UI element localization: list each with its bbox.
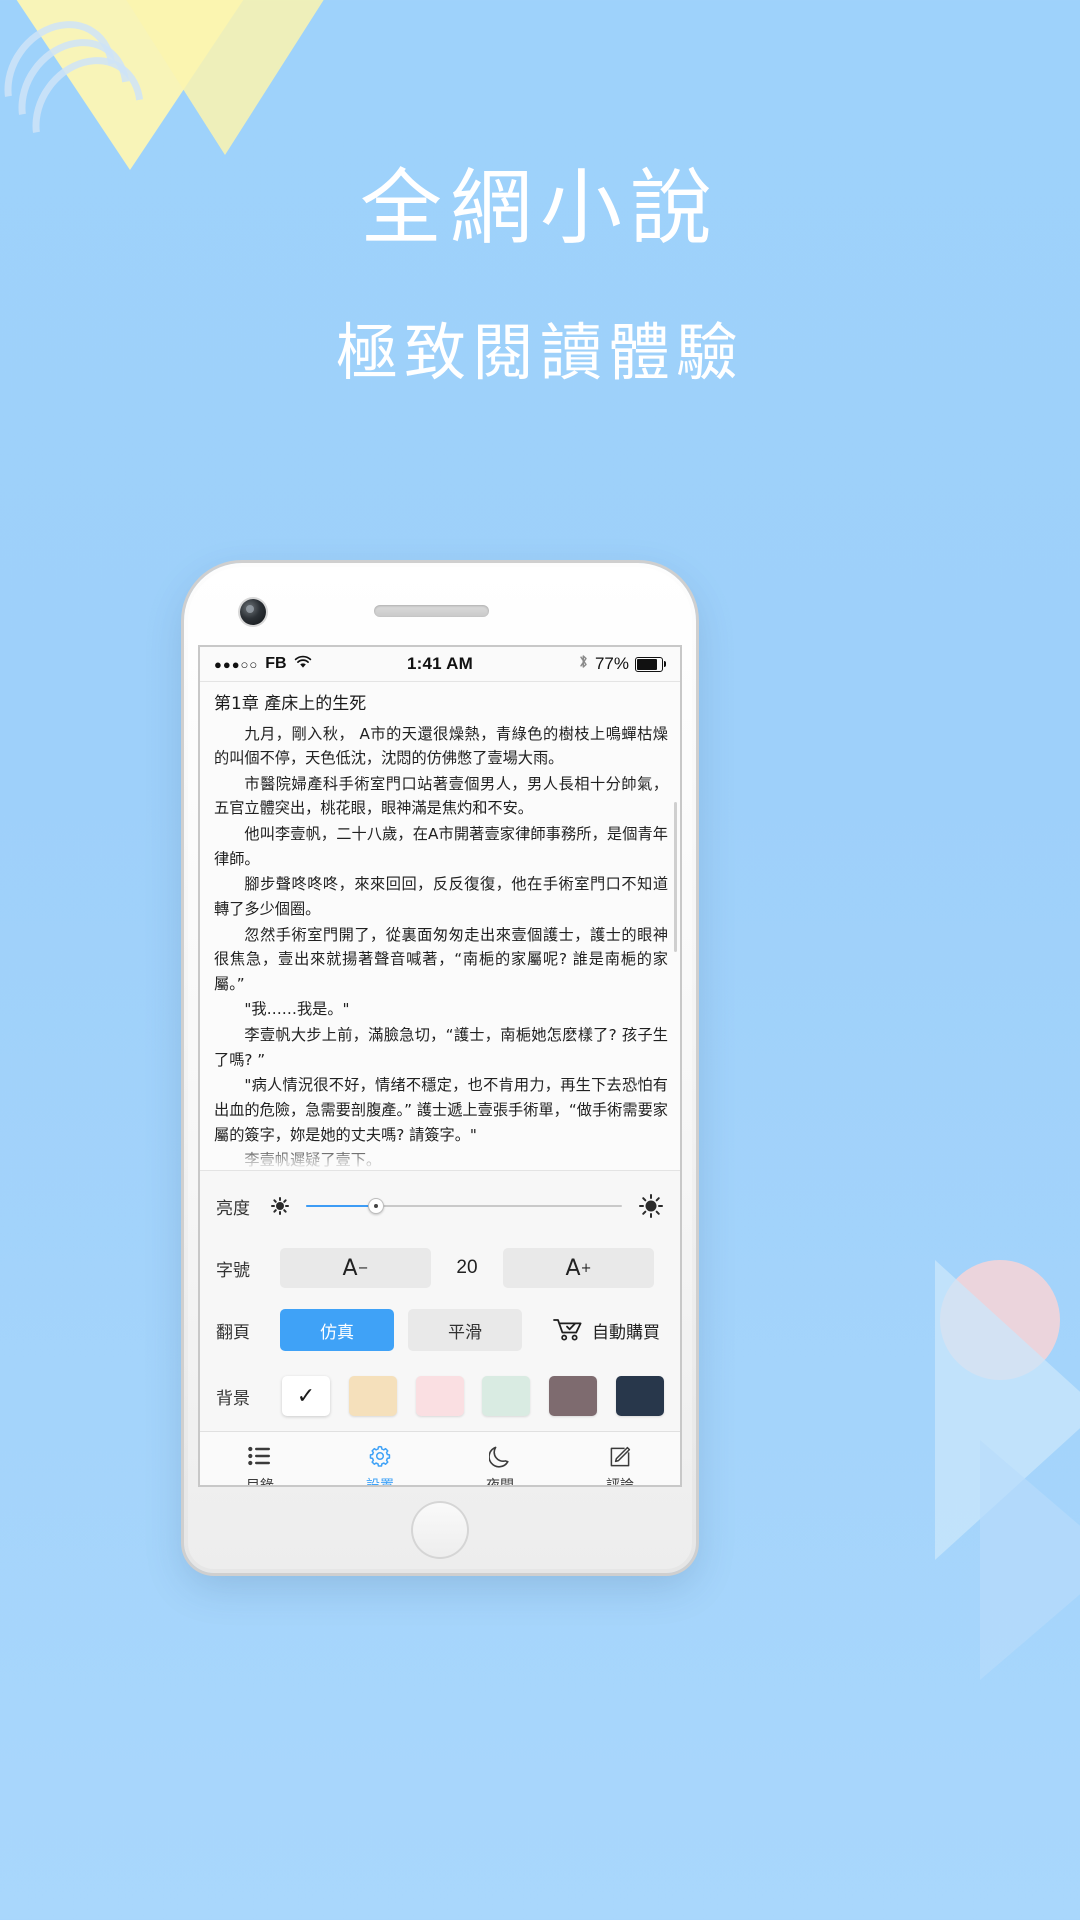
reader-paragraph: 忽然手術室門開了，從裏面匆匆走出來壹個護士，護士的眼神很焦急，壹出來就揚著聲音喊… <box>214 925 668 993</box>
reader-paragraph: "病人情況很不好，情绪不穩定，也不肯用力，再生下去恐怕有出血的危險，急需要剖腹產… <box>214 1076 668 1144</box>
reader-settings-panel: 亮度 字號 A − 20 A + 翻頁 仿真 平滑 自動購買 背景 ✓ <box>200 1170 680 1485</box>
background-swatch-mint[interactable] <box>482 1376 531 1416</box>
tab-settings[interactable]: 設置 <box>320 1443 440 1485</box>
phone-screen: ●●●○○ FB 1:41 AM 77% 第1章 產床上的生死 九月，剛入秋， … <box>200 647 680 1485</box>
font-size-value: 20 <box>456 1257 478 1278</box>
front-camera-icon <box>240 599 266 625</box>
tab-settings-label: 設置 <box>366 1475 394 1485</box>
page-turn-option-simulate[interactable]: 仿真 <box>280 1309 394 1351</box>
list-icon <box>248 1443 272 1469</box>
cart-icon <box>553 1318 583 1342</box>
moon-icon <box>489 1443 511 1469</box>
font-size-increase-button[interactable]: A + <box>503 1248 654 1288</box>
tab-catalog[interactable]: 目錄 <box>200 1443 320 1485</box>
background-swatch-white[interactable]: ✓ <box>282 1376 330 1416</box>
page-title: 全網小說 <box>359 161 720 256</box>
home-button[interactable] <box>411 1501 469 1559</box>
auto-buy-button[interactable]: 自動購買 <box>553 1318 664 1343</box>
brightness-row: 亮度 <box>200 1175 680 1237</box>
tab-catalog-label: 目錄 <box>246 1475 274 1485</box>
auto-buy-label: 自動購買 <box>592 1322 660 1343</box>
reader-paragraph: 腳步聲咚咚咚，來來回回，反反復復，他在手術室門口不知道轉了多少個圈。 <box>214 875 668 918</box>
reader-fade-overlay <box>200 1144 680 1170</box>
status-bar: ●●●○○ FB 1:41 AM 77% <box>200 647 680 682</box>
font-size-decrease-glyph: A <box>342 1255 358 1281</box>
status-bar-right: 77% <box>473 653 666 675</box>
font-size-increase-sup: + <box>580 1260 592 1276</box>
brightness-slider[interactable] <box>306 1196 622 1216</box>
brightness-slider-fill <box>306 1205 376 1207</box>
reader-paragraph: "我……我是。" <box>244 1000 350 1019</box>
background-swatch-mauve[interactable] <box>549 1376 598 1416</box>
background-swatch-list: ✓ <box>270 1376 664 1416</box>
background-swatch-pink[interactable] <box>415 1376 464 1416</box>
page-turn-option-smooth[interactable]: 平滑 <box>408 1309 522 1351</box>
reader-scrollbar[interactable] <box>674 802 677 952</box>
camera-glint <box>246 605 254 613</box>
tab-comments[interactable]: 評論 <box>560 1443 680 1485</box>
sun-large-icon <box>638 1193 664 1219</box>
background-swatch-beige[interactable] <box>348 1376 397 1416</box>
battery-percent-label: 77% <box>594 654 629 673</box>
background-row: 背景 ✓ <box>200 1361 680 1431</box>
signal-strength-icon: ●●●○○ <box>214 656 259 672</box>
background-label: 背景 <box>216 1388 250 1409</box>
font-size-label: 字號 <box>216 1260 250 1281</box>
status-bar-clock: 1:41 AM <box>407 654 473 673</box>
gear-icon <box>368 1443 392 1469</box>
compose-icon <box>609 1443 632 1469</box>
page-turn-label: 翻頁 <box>216 1322 250 1343</box>
battery-icon <box>635 656 666 672</box>
reader-tab-bar: 目錄 設置 <box>200 1431 680 1485</box>
font-size-decrease-sup: − <box>357 1260 369 1276</box>
page-turn-row: 翻頁 仿真 平滑 自動購買 <box>200 1299 680 1361</box>
sun-small-icon <box>270 1196 290 1216</box>
earpiece-speaker <box>374 605 489 617</box>
status-bar-left: ●●●○○ FB <box>214 654 407 674</box>
reader-paragraph: 九月，剛入秋， A市的天還很燥熱，青綠色的樹枝上鳴蟬枯燥的叫個不停，天色低沈，沈… <box>214 724 668 768</box>
reader-paragraph: 李壹帆大步上前，滿臉急切，“護士，南梔她怎麽樣了? 孩子生了嗎? ” <box>214 1026 668 1069</box>
swatch-check-icon: ✓ <box>296 1383 316 1408</box>
font-size-increase-glyph: A <box>565 1255 581 1281</box>
chapter-title: 第1章 產床上的生死 <box>214 694 367 714</box>
wifi-icon <box>294 654 312 674</box>
font-size-row: 字號 A − 20 A + <box>200 1237 680 1299</box>
phone-mockup: ●●●○○ FB 1:41 AM 77% 第1章 產床上的生死 九月，剛入秋， … <box>184 563 696 1573</box>
brightness-slider-knob[interactable] <box>367 1198 384 1214</box>
reader-paragraph: 市醫院婦產科手術室門口站著壹個男人，男人長相十分帥氣，五官立體突出，桃花眼，眼神… <box>214 774 668 818</box>
brightness-label: 亮度 <box>216 1198 250 1219</box>
page-subtitle: 極致閱讀體驗 <box>335 316 744 389</box>
blue-triangle-decoration-2 <box>980 1440 1080 1680</box>
reader-content[interactable]: 第1章 產床上的生死 九月，剛入秋， A市的天還很燥熱，青綠色的樹枝上鳴蟬枯燥的… <box>200 682 680 1170</box>
tab-comments-label: 評論 <box>606 1475 634 1485</box>
carrier-label: FB <box>265 655 287 672</box>
tab-night-mode[interactable]: 夜間 <box>440 1443 560 1485</box>
yellow-triangle-decoration-2 <box>120 0 330 155</box>
background-swatch-navy[interactable] <box>615 1376 664 1416</box>
bluetooth-icon <box>578 653 589 675</box>
reader-paragraph: 他叫李壹帆，二十八歲，在A市開著壹家律師事務所，是個青年律師。 <box>214 825 668 868</box>
font-size-decrease-button[interactable]: A − <box>280 1248 431 1288</box>
tab-night-mode-label: 夜間 <box>486 1475 514 1485</box>
